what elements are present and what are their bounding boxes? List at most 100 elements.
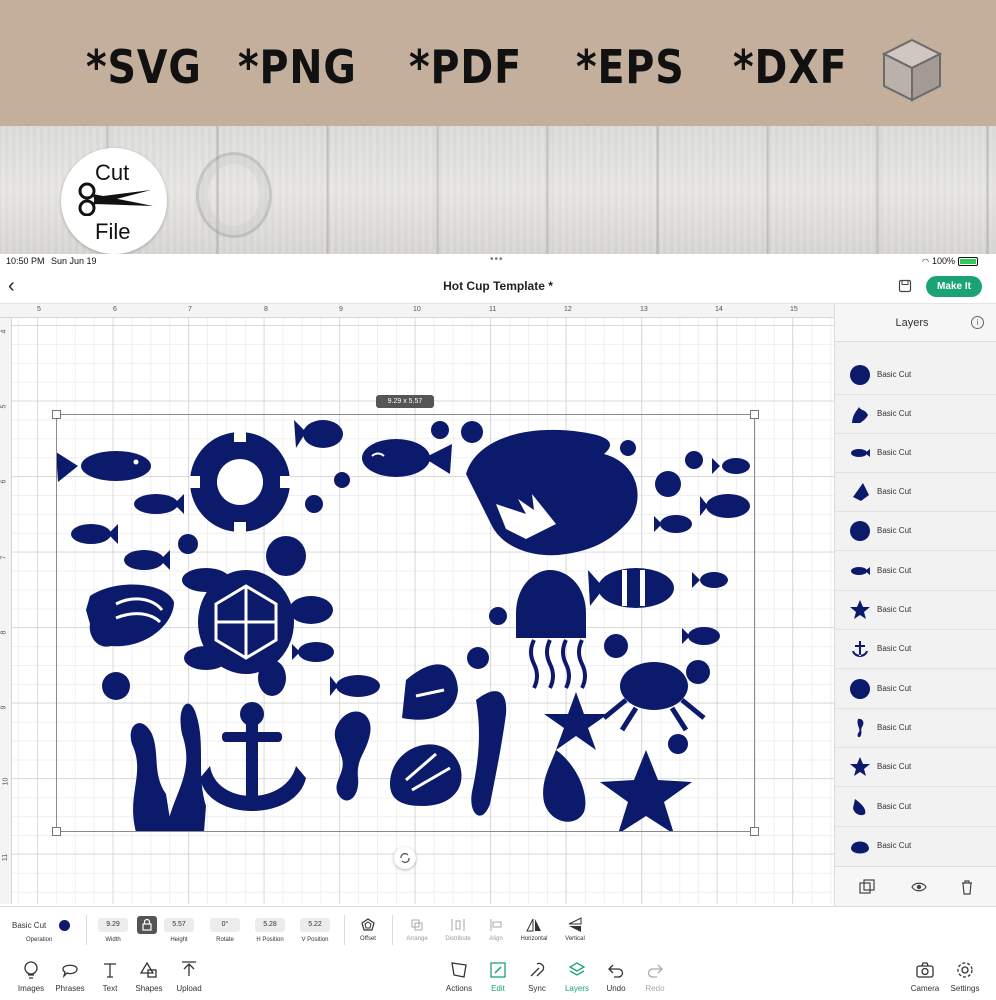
layer-item[interactable]: Basic Cut <box>835 788 996 827</box>
resize-handle-tr[interactable] <box>750 410 759 419</box>
height-label: Height <box>170 937 188 943</box>
format-pdf: *PDF <box>409 40 522 94</box>
settings-button[interactable]: Settings <box>942 960 988 993</box>
layer-label: Basic Cut <box>877 684 912 693</box>
redo-label: Redo <box>645 984 665 993</box>
format-svg: *SVG <box>86 40 202 94</box>
trash-icon[interactable] <box>959 879 975 895</box>
distribute-icon <box>451 919 465 931</box>
layer-item[interactable]: Basic Cut <box>835 591 996 630</box>
ruler-v-tick: 11 <box>2 853 10 862</box>
layers-header: Layers i <box>835 304 996 342</box>
status-bar: 10:50 PM Sun Jun 19 ••• ◠ 100% <box>0 254 996 268</box>
layer-item[interactable]: Basic Cut <box>835 670 996 709</box>
offset-button[interactable]: Offset <box>343 917 393 942</box>
starfish-icon <box>850 757 870 776</box>
selection-box[interactable] <box>52 410 759 836</box>
format-png: *PNG <box>238 40 357 94</box>
scallop-icon <box>851 841 869 854</box>
format-banner: *SVG *PNG *PDF *EPS *DXF <box>0 0 996 126</box>
redo-button[interactable]: Redo <box>632 960 678 993</box>
badge-file-text: File <box>95 219 131 244</box>
scissors-icon <box>78 182 153 216</box>
align-icon <box>490 919 502 931</box>
format-eps: *EPS <box>576 40 685 94</box>
operation-color-swatch[interactable] <box>59 920 70 931</box>
status-right: ◠ 100% <box>922 256 979 266</box>
layers-footer <box>835 866 996 906</box>
ruler-h-tick: 14 <box>715 306 723 313</box>
info-icon[interactable]: i <box>971 316 984 329</box>
make-it-button[interactable]: Make It <box>926 276 982 297</box>
upload-button[interactable]: Upload <box>166 960 212 993</box>
coral-icon <box>852 407 868 423</box>
upload-label: Upload <box>176 984 202 993</box>
layer-label: Basic Cut <box>877 487 912 496</box>
layers-panel: Layers i Basic Cut Basic Cut Basic Cut Basi… <box>834 304 996 906</box>
status-time: 10:50 PM <box>6 256 45 266</box>
layer-item[interactable]: Basic Cut <box>835 552 996 591</box>
ruler-v-tick: 8 <box>0 630 8 635</box>
eye-icon[interactable] <box>911 879 927 895</box>
lock-icon[interactable] <box>137 916 157 934</box>
design-canvas[interactable]: 5 6 7 8 9 10 11 12 13 14 15 4 5 6 7 8 9 … <box>0 304 834 904</box>
layer-label: Basic Cut <box>877 566 912 575</box>
seahorse-icon <box>857 718 864 738</box>
edit-toolbar: Basic Cut Operation 9.29 Width 5.57 Heig… <box>0 906 996 952</box>
width-label: Width <box>105 937 121 943</box>
layer-list[interactable]: Basic Cut Basic Cut Basic Cut Basic Cut Basi… <box>835 342 996 862</box>
layer-item[interactable]: Basic Cut <box>835 434 996 473</box>
starfish-icon <box>850 600 870 619</box>
fish-icon <box>851 449 870 457</box>
back-chevron-icon[interactable]: ‹ <box>8 276 24 296</box>
layer-label: Basic Cut <box>877 409 912 418</box>
sync-icon <box>530 962 545 977</box>
layer-item[interactable]: Basic Cut <box>835 512 996 551</box>
layers-title: Layers <box>895 317 929 329</box>
arrange-icon <box>411 919 423 931</box>
layer-label: Basic Cut <box>877 644 912 653</box>
h-position-field[interactable]: 5.28 <box>255 918 285 932</box>
save-icon[interactable] <box>898 279 912 293</box>
ruler-v-tick: 10 <box>2 777 10 786</box>
layer-label: Basic Cut <box>877 448 912 457</box>
duplicate-icon[interactable] <box>859 879 875 895</box>
format-dxf: *DXF <box>733 40 848 94</box>
operation-value[interactable]: Basic Cut <box>12 921 46 930</box>
rotate-field[interactable]: 0° <box>210 918 240 932</box>
flip-vertical-button[interactable]: Vertical <box>550 917 600 942</box>
offset-label: Offset <box>360 936 376 942</box>
layer-label: Basic Cut <box>877 605 912 614</box>
layer-label: Basic Cut <box>877 526 912 535</box>
width-field[interactable]: 9.29 <box>98 918 128 932</box>
status-date: Sun Jun 19 <box>51 256 97 266</box>
layer-label: Basic Cut <box>877 762 912 771</box>
layer-item[interactable]: Basic Cut <box>835 709 996 748</box>
layer-item[interactable]: Basic Cut <box>835 395 996 434</box>
ruler-h-tick: 8 <box>264 306 268 313</box>
ruler-v-tick: 5 <box>0 404 8 409</box>
v-position-field[interactable]: 5.22 <box>300 918 330 932</box>
battery-icon <box>958 256 979 266</box>
ruler-v-tick: 4 <box>0 329 8 334</box>
resize-handle-tl[interactable] <box>52 410 61 419</box>
layer-item[interactable]: Basic Cut <box>835 356 996 395</box>
layer-label: Basic Cut <box>877 841 912 850</box>
resize-handle-br[interactable] <box>750 827 759 836</box>
upload-icon <box>182 961 196 976</box>
multitask-dots[interactable]: ••• <box>490 254 504 265</box>
offset-icon <box>361 918 375 931</box>
rotate-label: Rotate <box>216 937 234 943</box>
layer-item[interactable]: Basic Cut <box>835 748 996 787</box>
vertical-label: Vertical <box>565 936 585 942</box>
project-title: Hot Cup Template * <box>443 279 553 293</box>
wifi-icon: ◠ <box>922 256 929 266</box>
rotate-handle[interactable] <box>394 847 416 869</box>
undo-icon <box>608 964 624 978</box>
layer-item[interactable]: Basic Cut <box>835 630 996 669</box>
ruler-v-tick: 9 <box>0 705 8 710</box>
height-field[interactable]: 5.57 <box>164 918 194 932</box>
layer-item[interactable]: Basic Cut <box>835 473 996 512</box>
layer-item[interactable]: Basic Cut <box>835 827 996 862</box>
resize-handle-bl[interactable] <box>52 827 61 836</box>
